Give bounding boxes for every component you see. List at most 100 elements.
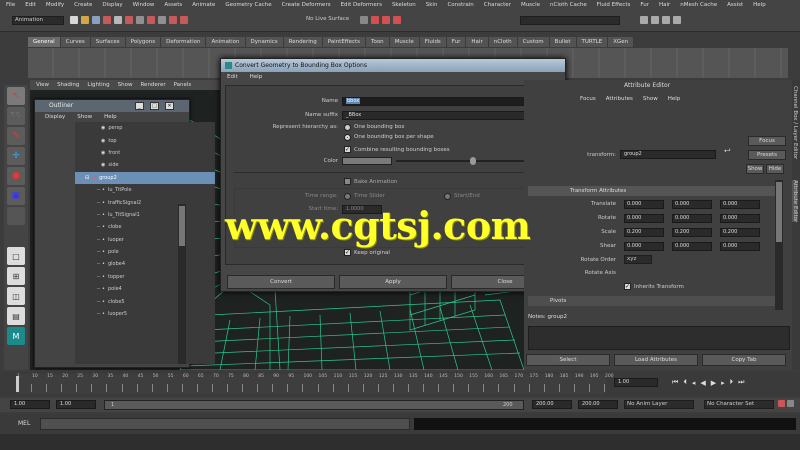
attribute-value-field[interactable]: 0.200 <box>672 228 712 237</box>
preferences-icon[interactable] <box>787 400 794 407</box>
dialog-menu-item[interactable]: Edit <box>227 74 238 80</box>
snap-view-icon[interactable] <box>169 16 177 24</box>
attribute-menu-item[interactable]: Attributes <box>606 96 633 102</box>
select-tool-icon[interactable]: ↖ <box>7 87 25 105</box>
menu-item[interactable]: Skeleton <box>392 2 416 8</box>
outliner-item[interactable]: ◉ side <box>75 159 215 171</box>
layout-outliner-icon[interactable]: ◫ <box>7 287 25 305</box>
shelf-tab[interactable]: Hair <box>466 37 489 47</box>
bbox-per-shape-radio[interactable] <box>344 134 351 141</box>
combine-checkbox[interactable]: ✓ <box>344 146 351 153</box>
save-scene-icon[interactable] <box>92 16 100 24</box>
menu-item[interactable]: Create Deformers <box>282 2 331 8</box>
playback-start-field[interactable]: 1.00 <box>56 400 96 409</box>
select-button[interactable]: Select <box>526 354 610 366</box>
outliner-scrollbar[interactable] <box>178 204 186 364</box>
last-tool-icon[interactable] <box>7 207 25 225</box>
shelf-tab[interactable]: PaintEffects <box>322 37 367 47</box>
menu-item[interactable]: Fur <box>640 2 649 8</box>
one-bbox-radio[interactable] <box>344 124 351 131</box>
attribute-menu-item[interactable]: Help <box>668 96 681 102</box>
start-end-radio[interactable] <box>444 193 451 200</box>
maya-home-icon[interactable]: M <box>7 327 25 345</box>
shelf-tab[interactable]: Toon <box>366 37 390 47</box>
viewport-menu-item[interactable]: Panels <box>174 82 192 88</box>
outliner-titlebar[interactable]: Outliner _ □ ✕ <box>35 100 189 112</box>
layout-four-icon[interactable]: ⊞ <box>7 267 25 285</box>
select-object-icon[interactable] <box>114 16 122 24</box>
shelf-tab[interactable]: Curves <box>60 37 91 47</box>
outliner-item[interactable]: ─ • topper <box>75 271 215 283</box>
presets-button[interactable]: Presets <box>748 150 786 160</box>
select-component-icon[interactable] <box>125 16 133 24</box>
shelf-tab[interactable]: Fluids <box>419 37 447 47</box>
outliner-menu-item[interactable]: Help <box>104 114 117 120</box>
load-attributes-button[interactable]: Load Attributes <box>614 354 698 366</box>
step-back-key-icon[interactable]: ⏴ <box>683 378 687 387</box>
time-ruler[interactable]: 110 15 20 25 30 35 40 45 50 55 60 65 70 75 80 85 90 95 100… <box>16 374 614 394</box>
outliner-item[interactable]: ─ • globe4 <box>75 258 215 270</box>
select-hierarchy-icon[interactable] <box>103 16 111 24</box>
outliner-item[interactable]: ─ • pole <box>75 246 215 258</box>
tool-settings-icon[interactable] <box>662 16 670 24</box>
apply-button[interactable]: Apply <box>339 275 447 289</box>
outliner-item[interactable]: ─ • clobe5 <box>75 295 215 307</box>
attribute-value-field[interactable]: 0.000 <box>624 214 664 223</box>
outliner-item[interactable]: ─ • pole4 <box>75 283 215 295</box>
convert-button[interactable]: Convert <box>227 275 335 289</box>
shelf-tab[interactable]: Rendering <box>283 37 323 47</box>
character-set-select[interactable]: No Character Set <box>704 400 774 409</box>
shelf-tab[interactable]: TURTLE <box>576 37 609 47</box>
outliner-item[interactable]: ─ • luoper5 <box>75 308 215 320</box>
attribute-value-field[interactable]: 0.000 <box>720 242 760 251</box>
copy-tab-button[interactable]: Copy Tab <box>702 354 786 366</box>
menu-item[interactable]: Geometry Cache <box>225 2 271 8</box>
menu-item[interactable]: Fluid Effects <box>597 2 631 8</box>
shelf-tab[interactable]: Custom <box>517 37 550 47</box>
show-button[interactable]: Show <box>746 164 764 174</box>
bake-animation-checkbox[interactable] <box>344 178 351 185</box>
viewport-menu-item[interactable]: Renderer <box>140 82 165 88</box>
outliner-item[interactable]: ⊟ ◢ group2 <box>75 171 215 184</box>
layout-single-icon[interactable]: □ <box>7 247 25 265</box>
live-surface-icon[interactable] <box>180 16 188 24</box>
shelf-tab[interactable]: Deformation <box>161 37 207 47</box>
attribute-value-field[interactable]: 0.000 <box>720 214 760 223</box>
attribute-value-field[interactable]: 0.000 <box>672 242 712 251</box>
outliner-item[interactable]: ─ • luoper <box>75 234 215 246</box>
menu-item[interactable]: Modify <box>46 2 64 8</box>
shelf-tab[interactable]: Muscle <box>389 37 420 47</box>
attribute-value-field[interactable]: 0.000 <box>720 200 760 209</box>
focus-button[interactable]: Focus <box>748 136 786 146</box>
dialog-titlebar[interactable]: Convert Geometry to Bounding Box Options <box>221 59 565 72</box>
attribute-value-field[interactable]: 0.000 <box>624 242 664 251</box>
open-scene-icon[interactable] <box>81 16 89 24</box>
go-to-end-icon[interactable]: ⏭ <box>738 378 744 387</box>
minimize-button[interactable]: _ <box>135 102 144 110</box>
history-icon[interactable] <box>360 16 368 24</box>
menu-item[interactable]: Create <box>74 2 92 8</box>
move-tool-icon[interactable]: ✛ <box>7 147 25 165</box>
suffix-field[interactable]: _BBox <box>342 111 554 120</box>
menu-item[interactable]: Constrain <box>447 2 473 8</box>
menu-item[interactable]: Skin <box>426 2 438 8</box>
transform-attributes-section[interactable]: Transform Attributes <box>528 186 776 196</box>
transform-field[interactable]: group2 <box>620 150 716 159</box>
viewport-menu-item[interactable]: View <box>36 82 49 88</box>
viewport-menu-item[interactable]: Lighting <box>87 82 109 88</box>
viewport-menu-item[interactable]: Show <box>118 82 133 88</box>
menu-item[interactable]: nCloth Cache <box>550 2 587 8</box>
shelf-tab[interactable]: Polygons <box>125 37 162 47</box>
render-settings-icon[interactable] <box>393 16 401 24</box>
outliner-item[interactable]: ─ • trafficSignal2 <box>75 196 215 208</box>
mode-select[interactable]: Animation <box>12 16 64 25</box>
current-time-field[interactable]: 1.00 <box>614 378 658 387</box>
attribute-value-field[interactable]: 0.200 <box>624 228 664 237</box>
shelf-tab[interactable]: General <box>28 37 61 47</box>
anim-end-field[interactable]: 200.00 <box>578 400 618 409</box>
attribute-menu-item[interactable]: Show <box>643 96 658 102</box>
attribute-editor-toggle-icon[interactable] <box>651 16 659 24</box>
rotate-tool-icon[interactable]: ● <box>7 167 25 185</box>
name-field[interactable]: bbox <box>342 97 554 106</box>
step-forward-key-icon[interactable]: ⏵ <box>730 378 734 387</box>
